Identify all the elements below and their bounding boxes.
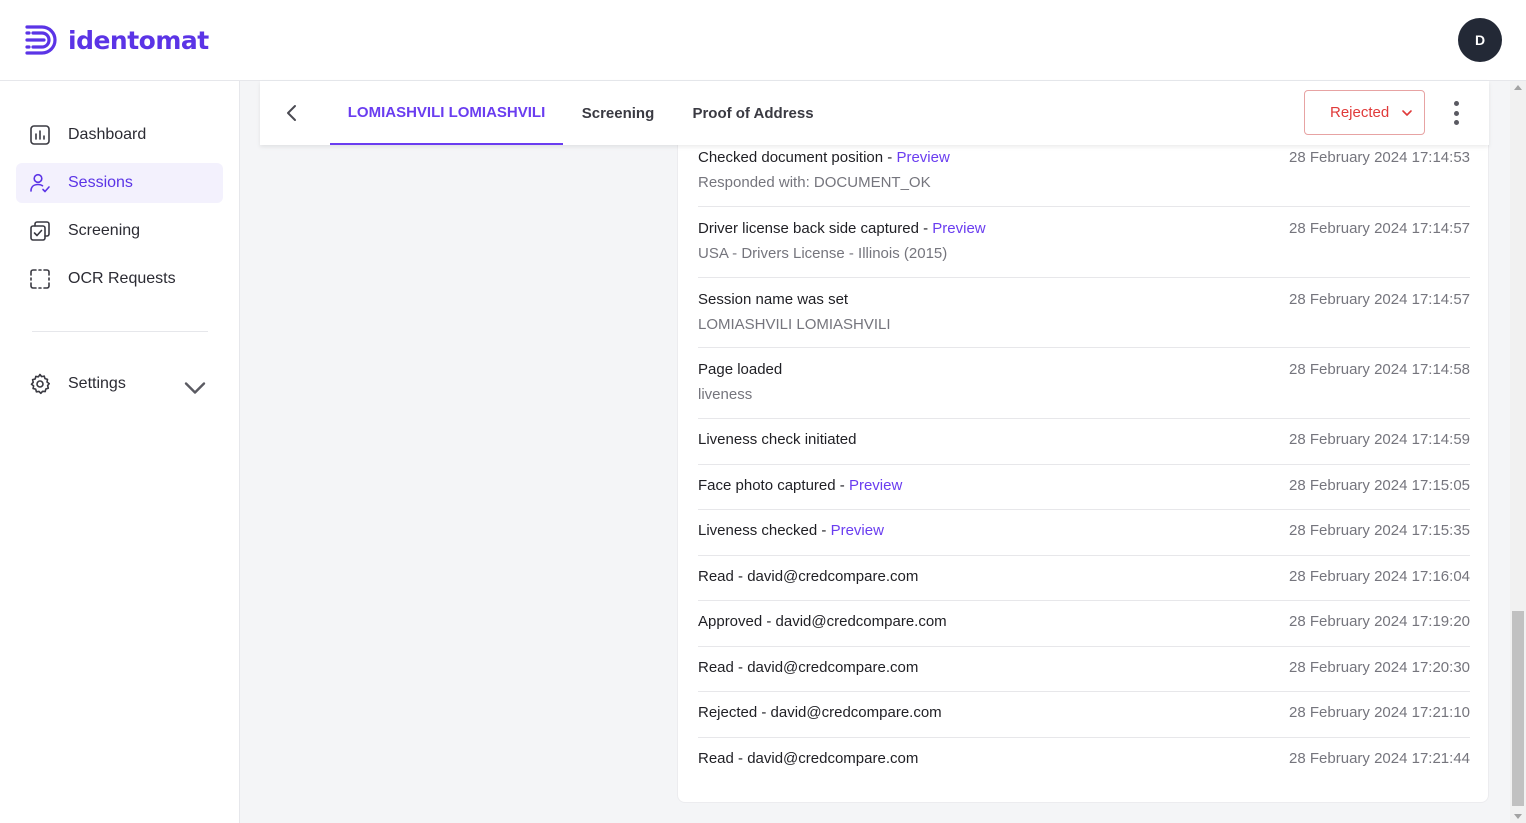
event-subtitle: USA - Drivers License - Illinois (2015) (698, 245, 948, 262)
sidebar-item-screening[interactable]: Screening (16, 211, 223, 251)
tab-screening[interactable]: Screening (570, 81, 666, 145)
list-item: Session name was set LOMIASHVILI LOMIASH… (698, 278, 1470, 348)
chevron-left-icon[interactable] (280, 101, 304, 125)
event-timestamp: 28 February 2024 17:21:10 (1289, 704, 1470, 721)
page-scrollbar[interactable] (1510, 81, 1526, 823)
sidebar-item-dashboard[interactable]: Dashboard (16, 115, 223, 155)
preview-link[interactable]: Preview (849, 477, 902, 494)
preview-link[interactable]: Preview (932, 220, 985, 237)
event-timestamp: 28 February 2024 17:16:04 (1289, 568, 1470, 585)
list-item: Face photo captured - Preview 28 Februar… (698, 465, 1470, 510)
event-title: Face photo captured - Preview (698, 477, 903, 494)
event-timestamp: 28 February 2024 17:14:53 (1289, 149, 1470, 166)
kebab-dot (1453, 101, 1459, 106)
sidebar-item-label: Sessions (68, 174, 133, 191)
event-title: Rejected - david@credcompare.com (698, 704, 942, 721)
event-timestamp: 28 February 2024 17:14:57 (1289, 220, 1470, 237)
kebab-dot (1453, 120, 1459, 125)
identomat-logo-icon (25, 25, 57, 55)
user-avatar[interactable]: D (1458, 18, 1502, 62)
event-subtitle: LOMIASHVILI LOMIASHVILI (698, 316, 891, 333)
scroll-up-icon[interactable] (1514, 85, 1522, 90)
sidebar-item-settings[interactable]: Settings (16, 364, 223, 404)
gear-icon (30, 373, 50, 395)
chevron-down-icon[interactable] (183, 376, 207, 400)
preview-link[interactable]: Preview (831, 522, 884, 539)
list-item: Approved - david@credcompare.com 28 Febr… (698, 601, 1470, 647)
event-title: Session name was set (698, 291, 849, 308)
list-item: Read - david@credcompare.com 28 February… (698, 738, 1470, 784)
status-select[interactable]: Rejected (1304, 90, 1425, 135)
sidebar-item-sessions[interactable]: Sessions (16, 163, 223, 203)
brand-name: identomat (68, 25, 209, 55)
event-title: Liveness check initiated (698, 431, 857, 448)
event-timestamp: 28 February 2024 17:14:59 (1289, 431, 1470, 448)
bar-chart-icon (30, 125, 50, 145)
event-timestamp: 28 February 2024 17:15:35 (1289, 522, 1470, 539)
list-item: Page loaded liveness 28 February 2024 17… (698, 348, 1470, 419)
sidebar-item-label: Dashboard (68, 126, 147, 143)
event-title: Read - david@credcompare.com (698, 568, 919, 585)
sidebar-item-label: OCR Requests (68, 270, 176, 287)
event-title: Driver license back side captured - Prev… (698, 220, 986, 237)
tab-session-name[interactable]: LOMIASHVILI LOMIASHVILI (330, 81, 563, 145)
session-tabbar: LOMIASHVILI LOMIASHVILI Screening Proof … (260, 81, 1489, 145)
event-timestamp: 28 February 2024 17:19:20 (1289, 613, 1470, 630)
top-header: identomat D (0, 0, 1526, 81)
event-timestamp: 28 February 2024 17:20:30 (1289, 659, 1470, 676)
copy-check-icon (30, 221, 50, 241)
scrollbar-thumb[interactable] (1512, 611, 1524, 806)
event-title: Liveness checked - Preview (698, 522, 884, 539)
list-item: Liveness checked - Preview 28 February 2… (698, 510, 1470, 556)
chevron-down-icon (1402, 109, 1413, 116)
list-item: Rejected - david@credcompare.com 28 Febr… (698, 692, 1470, 738)
event-timestamp: 28 February 2024 17:14:58 (1289, 361, 1470, 378)
sidebar-item-label: Settings (68, 375, 126, 392)
event-title: Read - david@credcompare.com (698, 659, 919, 676)
brand-logo[interactable]: identomat (24, 22, 209, 58)
sidebar-item-ocr-requests[interactable]: OCR Requests (16, 259, 223, 299)
scan-frame-icon (30, 269, 50, 289)
event-subtitle: Responded with: DOCUMENT_OK (698, 174, 931, 191)
event-title: Approved - david@credcompare.com (698, 613, 947, 630)
kebab-dot (1453, 110, 1459, 116)
sidebar-item-label: Screening (68, 222, 141, 239)
users-check-icon (30, 173, 50, 193)
event-timestamp: 28 February 2024 17:14:57 (1289, 291, 1470, 308)
sidebar-divider (32, 331, 208, 332)
list-item: Liveness check initiated 28 February 202… (698, 419, 1470, 465)
list-item: Driver license back side captured - Prev… (698, 207, 1470, 278)
sidebar: Dashboard Sessions Screening OCR Request… (0, 81, 240, 823)
event-title: Checked document position - Preview (698, 149, 950, 166)
list-item: Read - david@credcompare.com 28 February… (698, 556, 1470, 601)
more-options-icon[interactable] (1448, 99, 1464, 127)
tab-proof-of-address[interactable]: Proof of Address (685, 81, 821, 145)
scroll-down-icon[interactable] (1514, 814, 1522, 819)
event-timestamp: 28 February 2024 17:15:05 (1289, 477, 1470, 494)
session-events-card: Checked document position - Preview Resp… (677, 120, 1489, 803)
event-title: Page loaded (698, 361, 783, 378)
preview-link[interactable]: Preview (896, 149, 949, 166)
event-timestamp: 28 February 2024 17:21:44 (1289, 750, 1470, 767)
event-title: Read - david@credcompare.com (698, 750, 919, 767)
event-subtitle: liveness (698, 386, 753, 403)
status-select-value: Rejected (1330, 104, 1390, 121)
list-item: Read - david@credcompare.com 28 February… (698, 647, 1470, 692)
